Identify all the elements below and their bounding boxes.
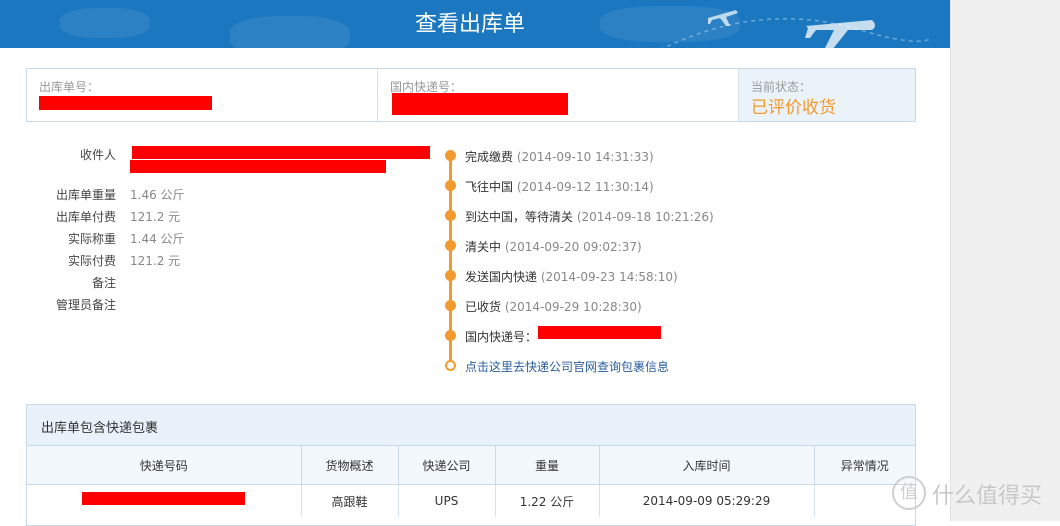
timeline-item: 国内快递号： xyxy=(440,324,900,344)
timeline-item: 完成缴费 (2014-09-10 14:31:33) xyxy=(440,144,900,164)
info-key: 出库单重量 xyxy=(55,188,116,202)
info-key: 收件人 xyxy=(79,148,116,162)
package-panel-title: 出库单包含快递包裹 xyxy=(41,421,159,436)
info-row: 实际称重 1.44 公斤 xyxy=(40,230,440,250)
order-number-cell: 出库单号： xyxy=(27,69,378,121)
timeline-label: 完成缴费 xyxy=(465,150,514,164)
timeline-label: 国内快递号： xyxy=(465,330,538,344)
info-value: 1.44 公斤 xyxy=(130,232,185,246)
column-header-weight: 重量 xyxy=(495,446,600,485)
shipping-timeline: 完成缴费 (2014-09-10 14:31:33) 飞往中国 (2014-09… xyxy=(440,142,900,382)
timeline-time: (2014-09-29 10:28:30) xyxy=(504,300,642,314)
timeline-label: 到达中国，等待清关 xyxy=(465,210,574,224)
redacted-tracking-number xyxy=(82,492,245,505)
inbound-time-cell: 2014-09-09 05:29:29 xyxy=(599,484,815,517)
package-table: 快递号码 货物概述 快递公司 重量 入库时间 异常情况 高跟鞋 UPS 1.22… xyxy=(27,446,915,517)
timeline-end-dot-icon xyxy=(445,360,456,371)
column-header-tracking: 快递号码 xyxy=(27,446,302,485)
info-row-recipient: 收件人 xyxy=(40,146,440,173)
column-header-carrier: 快递公司 xyxy=(398,446,496,485)
timeline-item: 清关中 (2014-09-20 09:02:37) xyxy=(440,234,900,254)
redacted-domestic-tracking xyxy=(392,93,568,115)
info-row: 管理员备注 xyxy=(40,296,440,316)
package-panel: 出库单包含快递包裹 快递号码 货物概述 快递公司 重量 入库时间 异常情况 高跟… xyxy=(26,404,916,526)
timeline-item: 到达中国，等待清关 (2014-09-18 10:21:26) xyxy=(440,204,900,224)
timeline-dot-icon xyxy=(445,210,456,221)
info-key: 备注 xyxy=(91,276,116,290)
redacted-recipient-address xyxy=(130,160,386,173)
column-header-inbound-time: 入库时间 xyxy=(599,446,815,485)
info-key: 管理员备注 xyxy=(55,298,116,312)
timeline-item: 发送国内快递 (2014-09-23 14:58:10) xyxy=(440,264,900,284)
timeline-time: (2014-09-12 11:30:14) xyxy=(516,180,654,194)
timeline-item: 点击这里去快递公司官网查询包裹信息 xyxy=(440,354,900,374)
timeline-time: (2014-09-18 10:21:26) xyxy=(576,210,714,224)
order-summary: 出库单号： 国内快递号： 当前状态： 已评价收货 xyxy=(26,68,916,122)
info-row: 实际付费 121.2 元 xyxy=(40,252,440,272)
domestic-tracking-cell: 国内快递号： xyxy=(378,69,739,121)
info-value: 1.46 公斤 xyxy=(130,188,185,202)
status-value: 已评价收货 xyxy=(751,98,836,118)
column-header-description: 货物概述 xyxy=(301,446,399,485)
package-panel-header: 出库单包含快递包裹 xyxy=(27,405,915,446)
timeline-item: 已收货 (2014-09-29 10:28:30) xyxy=(440,294,900,314)
timeline-dot-icon xyxy=(445,330,456,341)
order-number-label: 出库单号： xyxy=(39,80,100,94)
info-row: 出库单付费 121.2 元 xyxy=(40,208,440,228)
timeline-dot-icon xyxy=(445,150,456,161)
site-watermark: 值 什么值得买 xyxy=(892,476,1060,516)
timeline-label: 清关中 xyxy=(465,240,502,254)
timeline-item: 飞往中国 (2014-09-12 11:30:14) xyxy=(440,174,900,194)
page-gutter xyxy=(950,0,1060,521)
timeline-dot-icon xyxy=(445,270,456,281)
tracking-cell xyxy=(27,484,302,517)
timeline-dot-icon xyxy=(445,300,456,311)
description-cell: 高跟鞋 xyxy=(301,484,399,517)
timeline-label: 已收货 xyxy=(465,300,502,314)
weight-cell: 1.22 公斤 xyxy=(495,484,600,517)
carrier-cell: UPS xyxy=(398,484,496,517)
info-key: 实际付费 xyxy=(67,254,116,268)
page-title: 查看出库单 xyxy=(414,12,525,37)
timeline-time: (2014-09-20 09:02:37) xyxy=(504,240,642,254)
table-header-row: 快递号码 货物概述 快递公司 重量 入库时间 异常情况 xyxy=(27,446,915,485)
timeline-label: 发送国内快递 xyxy=(465,270,538,284)
info-row: 备注 xyxy=(40,274,440,294)
watermark-logo-icon: 值 xyxy=(892,476,926,510)
redacted-recipient xyxy=(132,146,430,159)
redacted-tracking-number xyxy=(538,326,661,339)
table-row: 高跟鞋 UPS 1.22 公斤 2014-09-09 05:29:29 xyxy=(27,484,915,517)
info-key: 出库单付费 xyxy=(55,210,116,224)
info-value: 121.2 元 xyxy=(130,210,181,224)
timeline-dot-icon xyxy=(445,180,456,191)
timeline-time: (2014-09-10 14:31:33) xyxy=(516,150,654,164)
watermark-text: 什么值得买 xyxy=(932,484,1043,509)
timeline-dot-icon xyxy=(445,240,456,251)
carrier-tracking-link[interactable]: 点击这里去快递公司官网查询包裹信息 xyxy=(465,358,669,375)
page-header: 查看出库单 xyxy=(0,0,950,48)
redacted-order-number xyxy=(39,96,212,110)
timeline-label: 飞往中国 xyxy=(465,180,514,194)
info-key: 实际称重 xyxy=(67,232,116,246)
status-cell: 当前状态： 已评价收货 xyxy=(739,69,915,121)
timeline-time: (2014-09-23 14:58:10) xyxy=(540,270,678,284)
info-row: 出库单重量 1.46 公斤 xyxy=(40,186,440,206)
info-value: 121.2 元 xyxy=(130,254,181,268)
